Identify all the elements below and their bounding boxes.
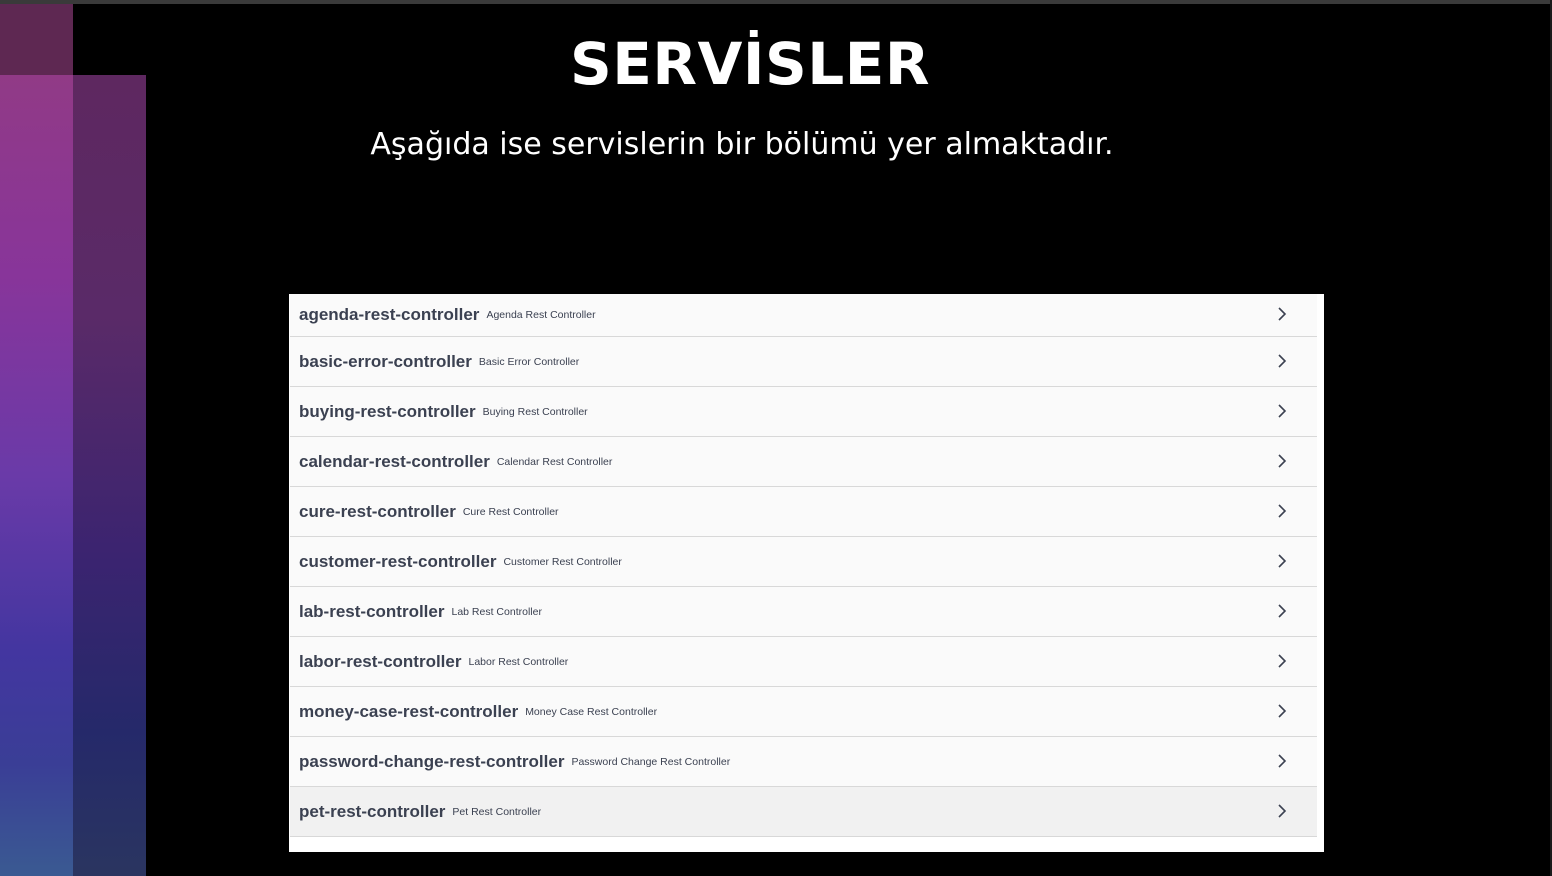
decorative-bar-back xyxy=(73,75,146,876)
controller-description: Customer Rest Controller xyxy=(503,555,622,568)
controller-name: money-case-rest-controller xyxy=(299,701,519,721)
chevron-right-icon[interactable] xyxy=(1275,553,1289,568)
controller-description: Basic Error Controller xyxy=(478,355,580,368)
controller-row-labor[interactable]: labor-rest-controller Labor Rest Control… xyxy=(290,637,1317,687)
controller-name: lab-rest-controller xyxy=(299,601,445,621)
controller-name: customer-rest-controller xyxy=(299,551,497,571)
chevron-right-icon[interactable] xyxy=(1275,353,1289,368)
controller-name: password-change-rest-controller xyxy=(299,751,565,771)
controller-description: Money Case Rest Controller xyxy=(525,705,658,718)
chevron-right-icon[interactable] xyxy=(1275,653,1289,668)
chevron-right-icon[interactable] xyxy=(1275,307,1289,321)
controller-name: pet-rest-controller xyxy=(299,801,446,821)
slide-subtitle: Aşağıda ise servislerin bir bölümü yer a… xyxy=(370,127,1114,162)
controller-row-password-change[interactable]: password-change-rest-controller Password… xyxy=(290,737,1317,787)
controller-row-buying[interactable]: buying-rest-controller Buying Rest Contr… xyxy=(290,387,1317,437)
controller-row-money-case[interactable]: money-case-rest-controller Money Case Re… xyxy=(290,687,1317,737)
controller-description: Calendar Rest Controller xyxy=(496,455,613,468)
controller-name: basic-error-controller xyxy=(299,351,472,371)
controller-description: Labor Rest Controller xyxy=(468,655,569,668)
controller-description: Lab Rest Controller xyxy=(451,605,542,618)
chevron-right-icon[interactable] xyxy=(1275,403,1289,418)
chevron-right-icon[interactable] xyxy=(1275,453,1289,468)
controller-row-customer[interactable]: customer-rest-controller Customer Rest C… xyxy=(290,537,1317,587)
slide-top-border xyxy=(0,0,1552,4)
decorative-bar-front xyxy=(0,75,73,876)
controller-row-agenda[interactable]: agenda-rest-controller Agenda Rest Contr… xyxy=(290,294,1317,337)
slide-title: SERVİSLER xyxy=(569,30,931,98)
controller-description: Password Change Rest Controller xyxy=(571,755,731,768)
controller-name: cure-rest-controller xyxy=(299,501,456,521)
controller-row-lab[interactable]: lab-rest-controller Lab Rest Controller xyxy=(290,587,1317,637)
controller-name: labor-rest-controller xyxy=(299,651,462,671)
chevron-right-icon[interactable] xyxy=(1275,603,1289,618)
chevron-right-icon[interactable] xyxy=(1275,803,1289,818)
controller-row-pet[interactable]: pet-rest-controller Pet Rest Controller xyxy=(290,787,1317,837)
controller-name: agenda-rest-controller xyxy=(299,305,480,324)
controller-description: Buying Rest Controller xyxy=(482,405,588,418)
controller-list-panel: agenda-rest-controller Agenda Rest Contr… xyxy=(289,294,1324,852)
controller-name: buying-rest-controller xyxy=(299,401,476,421)
controller-row-basic-error[interactable]: basic-error-controller Basic Error Contr… xyxy=(290,337,1317,387)
controller-description: Agenda Rest Controller xyxy=(486,309,596,321)
chevron-right-icon[interactable] xyxy=(1275,503,1289,518)
controller-row-cure[interactable]: cure-rest-controller Cure Rest Controlle… xyxy=(290,487,1317,537)
controller-name: calendar-rest-controller xyxy=(299,451,490,471)
controller-description: Pet Rest Controller xyxy=(452,805,542,818)
chevron-right-icon[interactable] xyxy=(1275,753,1289,768)
controller-row-calendar[interactable]: calendar-rest-controller Calendar Rest C… xyxy=(290,437,1317,487)
chevron-right-icon[interactable] xyxy=(1275,703,1289,718)
controller-description: Cure Rest Controller xyxy=(462,505,559,518)
controller-list: agenda-rest-controller Agenda Rest Contr… xyxy=(290,294,1317,837)
